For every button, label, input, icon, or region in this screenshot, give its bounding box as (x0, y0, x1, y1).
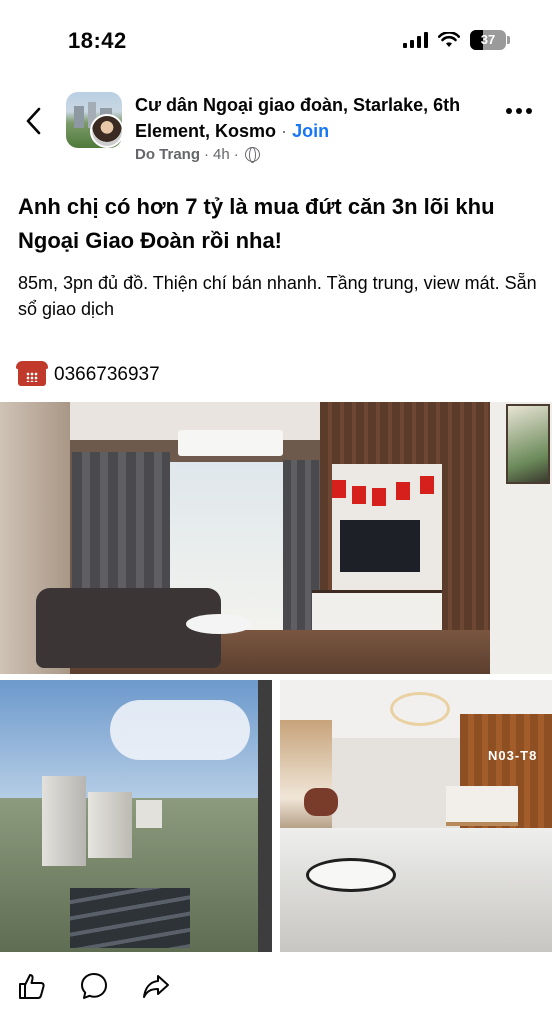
phone-line: 0366736937 (16, 361, 160, 386)
photo-aerial-view[interactable] (0, 680, 272, 952)
battery-icon: 37 (470, 30, 510, 50)
status-time: 18:42 (68, 28, 127, 53)
comment-icon (81, 973, 107, 999)
post-title: Anh chị có hơn 7 tỷ là mua đứt căn 3n lõ… (18, 194, 495, 253)
battery-text: 37 (480, 32, 496, 47)
photo-living-room[interactable] (0, 402, 552, 674)
phone-number[interactable]: 0366736937 (54, 364, 160, 386)
share-button[interactable] (140, 970, 172, 1002)
post-meta: Do Trang · 4h · (135, 146, 260, 163)
globe-icon (244, 147, 260, 163)
photo-lobby[interactable]: N03-T8 (280, 680, 552, 952)
post-body: 85m, 3pn đủ đồ. Thiện chí bán nhanh. Tần… (18, 273, 537, 319)
more-horizontal-icon (506, 108, 512, 114)
cellular-signal-icon (403, 32, 428, 48)
join-link[interactable]: Join (292, 121, 329, 141)
meta-separator-2: · (233, 146, 239, 163)
like-icon (19, 974, 45, 999)
lobby-sign: N03-T8 (488, 748, 538, 763)
join-separator: · (281, 121, 288, 141)
chevron-left-icon (26, 107, 41, 135)
share-icon (143, 975, 169, 998)
author-avatar[interactable] (90, 114, 124, 148)
meta-separator: · (204, 146, 210, 163)
more-options-button[interactable] (506, 108, 532, 114)
comment-button[interactable] (78, 970, 110, 1002)
status-bar: 18:42 37 (0, 0, 552, 80)
action-bar (0, 966, 552, 1006)
battery-tip (507, 36, 510, 44)
back-button[interactable] (18, 103, 48, 139)
telephone-icon (16, 361, 48, 386)
like-button[interactable] (16, 970, 48, 1002)
group-name[interactable]: Cư dân Ngoại giao đoàn, Starlake, 6th El… (135, 92, 475, 144)
author-name[interactable]: Do Trang (135, 146, 200, 163)
status-icons: 37 (403, 30, 510, 50)
wifi-icon (438, 32, 460, 47)
post-time[interactable]: 4h (213, 146, 230, 163)
